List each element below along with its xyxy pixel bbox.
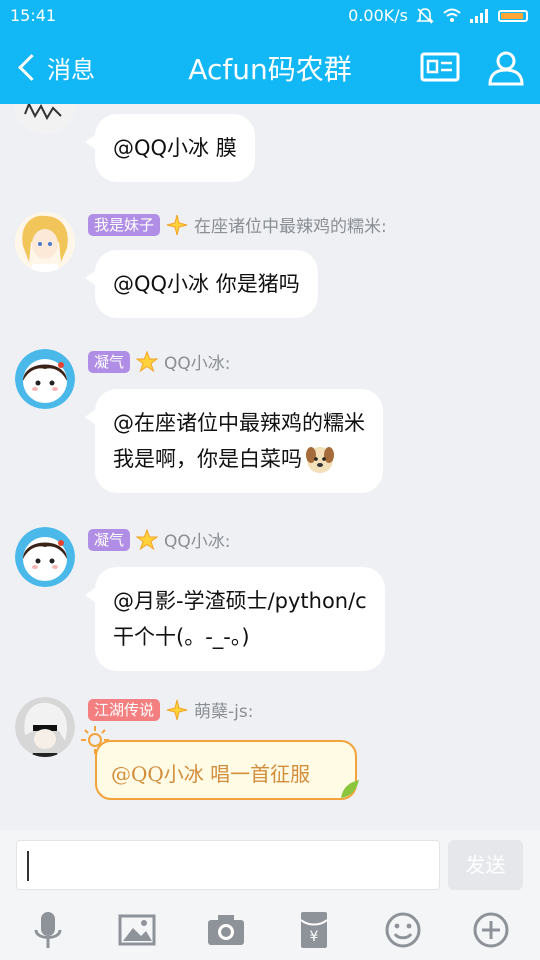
message-line: @月影-学渣硕士/python/c xyxy=(113,589,367,613)
message-input[interactable] xyxy=(16,840,440,890)
red-packet-icon[interactable]: ¥ xyxy=(292,908,336,952)
network-speed: 0.00K/s xyxy=(348,6,408,25)
message-line: 干个十(。-_-。) xyxy=(113,625,250,649)
mute-icon xyxy=(416,7,434,24)
status-time: 15:41 xyxy=(10,6,57,25)
microphone-icon[interactable] xyxy=(26,908,70,952)
message-meta: 凝气 QQ小冰: xyxy=(88,349,231,374)
message-bubble[interactable]: @月影-学渣硕士/python/c 干个十(。-_-。) xyxy=(85,567,385,671)
message-bubble[interactable]: @在座诸位中最辣鸡的糯米 我是啊，你是白菜吗 xyxy=(85,389,383,493)
avatar[interactable] xyxy=(15,212,75,272)
svg-text:¥: ¥ xyxy=(310,929,319,945)
avatar[interactable] xyxy=(15,697,75,757)
message-bubble[interactable]: @QQ小冰 膜 xyxy=(85,114,255,182)
send-button[interactable]: 发送 xyxy=(448,840,523,890)
wifi-icon xyxy=(443,8,461,22)
status-bar: 15:41 0.00K/s xyxy=(0,0,540,32)
sender-name[interactable]: QQ小冰: xyxy=(164,349,231,374)
sender-name[interactable]: 在座诸位中最辣鸡的糯米: xyxy=(194,212,387,237)
message-text: @QQ小冰 唱一首征服 xyxy=(111,762,311,786)
sparkle-icon xyxy=(166,699,188,720)
message-text: @QQ小冰 你是猪吗 xyxy=(113,272,300,296)
star-icon xyxy=(136,350,159,372)
dog-emoji-icon xyxy=(306,447,334,473)
leaf-icon xyxy=(341,780,359,798)
rank-badge: 凝气 xyxy=(88,528,131,551)
message-line-row: 我是啊，你是白菜吗 xyxy=(113,441,365,477)
image-icon[interactable] xyxy=(115,908,159,952)
message-bubble[interactable]: @QQ小冰 你是猪吗 xyxy=(85,250,318,318)
avatar[interactable] xyxy=(15,104,75,134)
star-icon xyxy=(136,528,159,550)
text-cursor xyxy=(27,851,29,881)
composer: 发送 ¥ xyxy=(0,830,540,960)
message-meta: 江湖传说 萌蘖-js: xyxy=(88,697,253,722)
avatar[interactable] xyxy=(15,349,75,409)
toolbar: ¥ xyxy=(0,900,540,960)
message-bubble-special[interactable]: @QQ小冰 唱一首征服 xyxy=(95,740,359,800)
members-icon[interactable] xyxy=(484,48,528,88)
message-meta: 凝气 QQ小冰: xyxy=(88,527,231,552)
group-info-icon[interactable] xyxy=(418,48,462,88)
sender-name[interactable]: 萌蘖-js: xyxy=(194,697,253,722)
rank-badge: 江湖传说 xyxy=(88,698,161,721)
battery-icon xyxy=(498,9,528,22)
camera-icon[interactable] xyxy=(204,908,248,952)
message-text: @QQ小冰 膜 xyxy=(113,136,237,160)
star-icon xyxy=(166,214,188,235)
plus-icon[interactable] xyxy=(469,908,513,952)
nav-bar: 消息 Acfun码农群 xyxy=(0,32,540,104)
message-line: @在座诸位中最辣鸡的糯米 xyxy=(113,411,365,435)
signal-icon xyxy=(470,8,488,23)
rank-badge: 我是妹子 xyxy=(88,213,161,236)
rank-badge: 凝气 xyxy=(88,350,131,373)
message-meta: 我是妹子 在座诸位中最辣鸡的糯米: xyxy=(88,212,387,237)
avatar[interactable] xyxy=(15,527,75,587)
sender-name[interactable]: QQ小冰: xyxy=(164,527,231,552)
emoji-icon[interactable] xyxy=(381,908,425,952)
status-right: 0.00K/s xyxy=(348,6,528,25)
chat-area[interactable]: @QQ小冰 膜 我是妹子 在座诸位中最辣鸡的糯米: @QQ小冰 你是猪吗 凝气 … xyxy=(0,104,540,830)
message-line: 我是啊，你是白菜吗 xyxy=(113,447,302,471)
